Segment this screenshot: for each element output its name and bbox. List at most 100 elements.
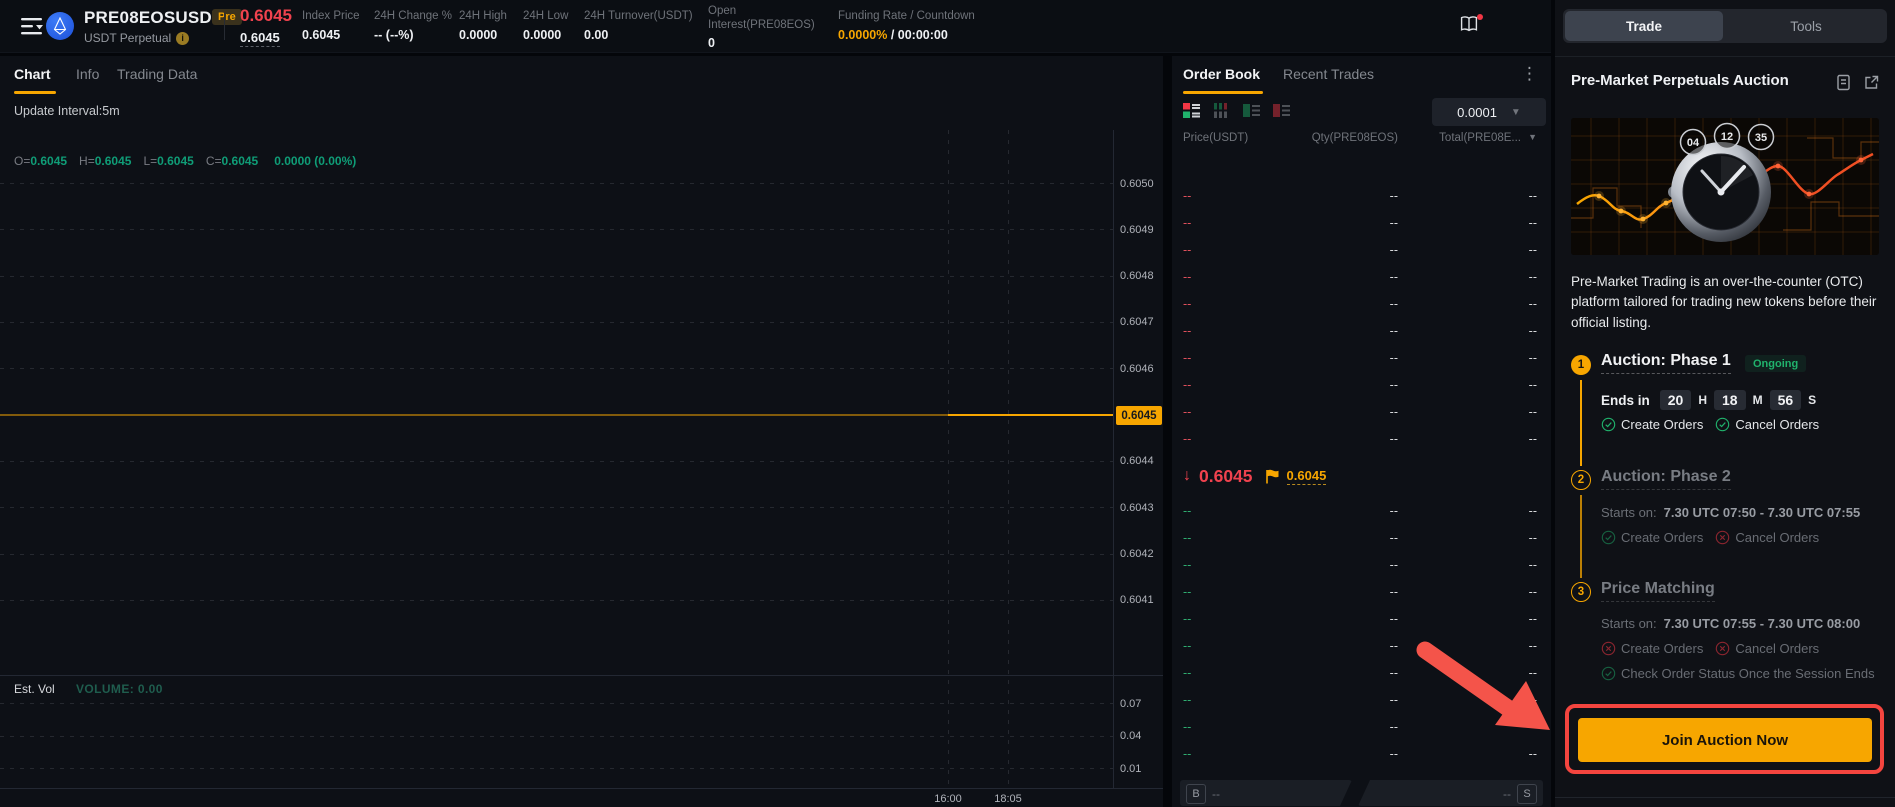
orderbook-ask-row[interactable]: ------ (1172, 405, 1551, 423)
orderbook-ask-row[interactable]: ------ (1172, 378, 1551, 396)
orderbook-last-price: 0.6045 (1199, 466, 1253, 487)
price-cell: -- (1183, 720, 1191, 734)
flag-price[interactable]: 0.6045 (1287, 468, 1327, 485)
ohlc-high-label: H= (79, 154, 95, 168)
info-icon[interactable]: i (176, 32, 189, 45)
grid-hline (0, 768, 1113, 769)
orderbook-ask-row[interactable]: ------ (1172, 432, 1551, 450)
mode-asks-only-icon[interactable] (1273, 102, 1290, 119)
orderbook-ask-row[interactable]: -- -- -- (1172, 297, 1551, 315)
join-auction-button[interactable]: Join Auction Now (1578, 718, 1872, 762)
countdown-s-label: S (1808, 393, 1816, 407)
orderbook-menu-icon[interactable]: ⋮ (1521, 64, 1539, 84)
qty-cell: -- (1390, 405, 1398, 419)
orderbook-bid-row[interactable]: ------ (1172, 558, 1551, 576)
permission-label: Create Orders (1621, 641, 1703, 656)
price-axis-label: 0.6041 (1120, 594, 1154, 606)
auction-title: Pre-Market Perpetuals Auction (1571, 72, 1789, 89)
sell-ratio-bar (1358, 780, 1543, 806)
qty-cell: -- (1390, 324, 1398, 338)
col-total[interactable]: Total(PRE08E... (1439, 132, 1521, 144)
tab-trading-data[interactable]: Trading Data (117, 66, 197, 82)
orderbook-ask-row[interactable]: ------ (1172, 324, 1551, 342)
flag-icon (1265, 469, 1279, 484)
mode-both-icon[interactable] (1183, 102, 1200, 119)
total-cell: -- (1529, 639, 1537, 653)
contract-type-label: USDT Perpetual (84, 31, 171, 45)
price-cell: -- (1183, 666, 1191, 680)
orderbook-bid-row[interactable]: ------ (1172, 747, 1551, 765)
orderbook-ask-row[interactable]: ------ (1172, 189, 1551, 207)
orderbook-bid-row[interactable]: ------ (1172, 666, 1551, 684)
mark-price[interactable]: 0.6045 (240, 30, 280, 47)
orderbook-ask-row[interactable]: ------ (1172, 351, 1551, 369)
trade-tools-switch: Trade Tools (1563, 9, 1887, 43)
contract-details-icon[interactable] (1835, 74, 1852, 91)
tab-info[interactable]: Info (76, 66, 99, 82)
orderbook-bid-row[interactable]: ------ (1172, 639, 1551, 657)
qty-cell: -- (1390, 612, 1398, 626)
orderbook-ask-row[interactable]: ------ (1172, 270, 1551, 288)
top-header: PRE08EOSUSDT Pre USDT Perpetual i 0.6045… (0, 0, 1551, 53)
ohlc-high: 0.6045 (95, 154, 132, 168)
permission-label: Cancel Orders (1735, 641, 1819, 656)
total-cell: -- (1529, 378, 1537, 392)
orderbook-bid-row[interactable]: ------ (1172, 720, 1551, 738)
mode-bids-only-icon[interactable] (1243, 102, 1260, 119)
grid-hline (0, 507, 1113, 508)
tab-order-book[interactable]: Order Book (1183, 66, 1260, 82)
stat-label: 24H Low (523, 10, 568, 22)
phase3-number: 3 (1571, 582, 1591, 602)
tab-trade[interactable]: Trade (1565, 11, 1723, 41)
price-cell: -- (1183, 432, 1191, 446)
price-cell: -- (1183, 558, 1191, 572)
orderbook-bid-row[interactable]: ------ (1172, 585, 1551, 603)
orderbook-bid-row[interactable]: ------ (1172, 693, 1551, 711)
tab-chart[interactable]: Chart (14, 66, 51, 82)
contract-type: USDT Perpetual i (84, 31, 189, 45)
qty-cell: -- (1390, 531, 1398, 545)
orderbook-ask-row[interactable]: ------ (1172, 243, 1551, 261)
phase3-permissions: Create Orders Cancel Orders (1601, 641, 1825, 656)
total-cell: -- (1529, 297, 1537, 311)
orderbook-ask-row[interactable]: ------ (1172, 216, 1551, 234)
volume-axis-label: 0.01 (1120, 763, 1141, 775)
permission-label: Cancel Orders (1735, 417, 1819, 432)
tab-tools[interactable]: Tools (1727, 11, 1885, 41)
qty-cell: -- (1390, 378, 1398, 392)
total-cell: -- (1529, 504, 1537, 518)
price-axis-label: 0.6042 (1120, 548, 1154, 560)
total-cell: -- (1529, 693, 1537, 707)
orderbook-bid-row[interactable]: ------ (1172, 531, 1551, 549)
pane-separator[interactable] (0, 675, 1163, 676)
col-total-chevron-icon[interactable]: ▼ (1528, 132, 1537, 142)
qty-cell: -- (1390, 585, 1398, 599)
price-axis-label: 0.6050 (1120, 178, 1154, 190)
total-cell: -- (1529, 585, 1537, 599)
ohlc-change: 0.0000 (0.00%) (274, 154, 356, 168)
orderbook-guide-icon[interactable] (1459, 14, 1483, 38)
ohlc-open: 0.6045 (30, 154, 67, 168)
divider (1555, 56, 1895, 57)
tab-recent-trades[interactable]: Recent Trades (1283, 66, 1374, 82)
phase2-permissions: Create OrdersCancel Orders (1601, 530, 1825, 545)
mode-depth-icon[interactable] (1213, 102, 1230, 119)
active-tab-underline (1183, 91, 1263, 94)
phase1-permissions: Create OrdersCancel Orders (1601, 417, 1825, 432)
external-link-icon[interactable] (1863, 74, 1880, 91)
orderbook-bid-row[interactable]: ------ (1172, 504, 1551, 522)
orderbook-mid-row[interactable]: ↓ 0.6045 0.6045 (1183, 458, 1326, 494)
qty-cell: -- (1390, 693, 1398, 707)
symbol-name[interactable]: PRE08EOSUSDT (84, 8, 222, 28)
total-cell: -- (1529, 324, 1537, 338)
total-cell: -- (1529, 243, 1537, 257)
qty-cell: -- (1390, 297, 1398, 311)
est-vol-label: Est. Vol (14, 682, 55, 696)
orderbook-bid-row[interactable]: ------ (1172, 612, 1551, 630)
price-cell: -- (1183, 297, 1191, 311)
starts-on-value: 7.30 UTC 07:50 - 7.30 UTC 07:55 (1664, 505, 1861, 520)
price-axis-label: 0.6043 (1120, 502, 1154, 514)
precision-select[interactable]: 0.0001 ▼ (1432, 98, 1546, 126)
total-cell: -- (1529, 216, 1537, 230)
menu-icon[interactable] (20, 15, 46, 37)
